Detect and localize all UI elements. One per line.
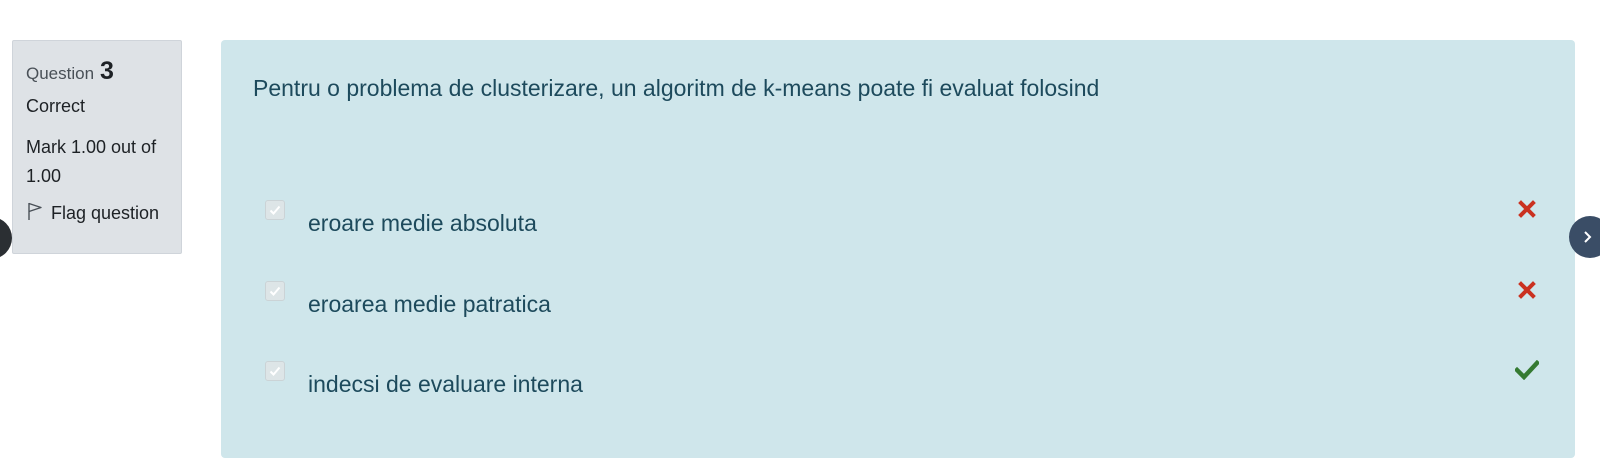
answer-label: eroare medie absoluta (308, 210, 537, 236)
quiz-review-page: Question 3 Correct Mark 1.00 out of 1.00… (0, 0, 1600, 475)
answer-checkbox[interactable] (265, 361, 285, 381)
question-number: Question 3 (26, 57, 169, 86)
answer-option: eroare medie absoluta (265, 200, 1555, 240)
chevron-right-icon (1584, 231, 1592, 243)
previous-nav-button[interactable] (0, 217, 12, 259)
answer-option: indecsi de evaluare interna (265, 358, 1555, 401)
question-grade: Mark 1.00 out of 1.00 (26, 137, 157, 186)
flag-icon (26, 201, 44, 226)
answer-label: indecsi de evaluare interna (308, 371, 583, 397)
answer-checkbox[interactable] (265, 281, 285, 301)
flag-question-label: Flag question (51, 203, 160, 223)
flag-question-button[interactable]: Flag question (26, 201, 169, 226)
checkmark-icon (269, 286, 281, 296)
check-icon (1515, 358, 1539, 382)
question-text: Pentru o problema de clusterizare, un al… (253, 75, 1100, 101)
answer-checkbox[interactable] (265, 200, 285, 220)
answer-label: eroarea medie patratica (308, 291, 551, 317)
question-number-value: 3 (100, 57, 114, 85)
checkmark-icon (269, 205, 281, 215)
question-label: Question (26, 64, 95, 83)
question-content: Pentru o problema de clusterizare, un al… (221, 40, 1575, 458)
checkmark-icon (269, 366, 281, 376)
cross-icon (1515, 278, 1539, 302)
question-state: Correct (26, 96, 86, 116)
question-info-panel: Question 3 Correct Mark 1.00 out of 1.00… (12, 40, 182, 254)
answer-option: eroarea medie patratica (265, 281, 1555, 321)
cross-icon (1515, 197, 1539, 221)
